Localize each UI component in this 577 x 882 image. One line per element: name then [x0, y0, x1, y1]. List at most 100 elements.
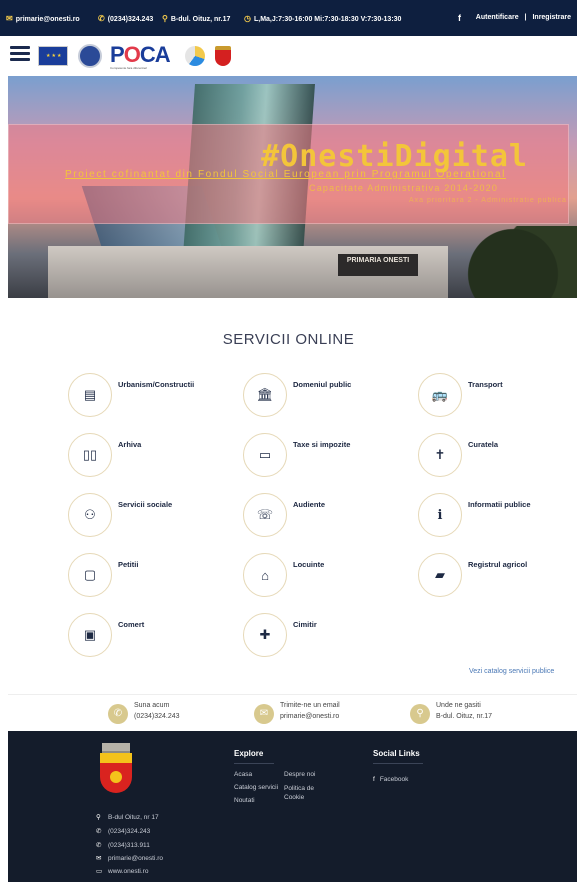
program-logo [185, 46, 205, 66]
service-label[interactable]: Informatii publice [468, 500, 531, 509]
hero-subtitle-2: Capacitate Administrativa 2014-2020 [309, 183, 499, 193]
service-locuinte[interactable]: ⌂ Locuinte [243, 553, 403, 599]
credit-card-icon: ▭ [243, 433, 287, 477]
footer-link-cookie[interactable]: Politica de Cookie [284, 784, 318, 802]
service-label[interactable]: Audiente [293, 500, 325, 509]
service-registrul-agricol[interactable]: ▰ Registrul agricol [418, 553, 577, 599]
service-comert[interactable]: ▣ Comert [68, 613, 228, 659]
service-label[interactable]: Domeniul public [293, 380, 351, 389]
map-icon: ▯▯ [68, 433, 112, 477]
service-transport[interactable]: 🚌 Transport [418, 373, 577, 419]
call-label: Suna acum [134, 702, 170, 709]
phone-icon: ✆ [98, 14, 105, 23]
service-curatela[interactable]: ✝ Curatela [418, 433, 577, 479]
menu-icon[interactable] [10, 46, 30, 62]
explore-heading: Explore [234, 749, 264, 758]
service-label[interactable]: Curatela [468, 440, 498, 449]
location-icon: ⚲ [410, 704, 430, 724]
eu-flag-logo [38, 46, 68, 66]
footer-address: ⚲ B-dul Oituz, nr 17 [96, 814, 159, 821]
footer-link-catalog[interactable]: Catalog servicii [234, 784, 278, 791]
service-audiente[interactable]: ☏ Audiente [243, 493, 403, 539]
phone-icon: ✆ [96, 842, 102, 849]
home-icon: ⌂ [243, 553, 287, 597]
services-title: SERVICII ONLINE [222, 331, 355, 348]
info-icon: i [418, 493, 462, 537]
city-hall-sign: PRIMARIA ONESTI [338, 254, 418, 276]
location-value[interactable]: B-dul. Oituz, nr.17 [436, 713, 492, 720]
telephone-icon: ☏ [243, 493, 287, 537]
clock-icon: ◷ [244, 14, 251, 23]
footer: Explore Acasa Despre noi Catalog servici… [8, 731, 577, 882]
service-label[interactable]: Registrul agricol [468, 560, 527, 569]
hero-overlay: #OnestiDigital Proiect cofinantat din Fo… [8, 124, 569, 224]
footer-phone-2[interactable]: ✆ (0234)313.911 [96, 841, 150, 849]
footer-link-acasa[interactable]: Acasa [234, 771, 252, 778]
footer-email[interactable]: ✉ primarie@onesti.ro [96, 854, 163, 862]
service-label[interactable]: Petitii [118, 560, 138, 569]
government-seal-logo [78, 44, 102, 68]
account-links: Autentificare | Inregistrare [476, 14, 571, 21]
facebook-icon[interactable]: f [458, 13, 461, 23]
service-taxe[interactable]: ▭ Taxe si impozite [243, 433, 403, 479]
service-petitii[interactable]: ▢ Petitii [68, 553, 228, 599]
footer-link-despre[interactable]: Despre noi [284, 771, 315, 778]
bus-icon: 🚌 [418, 373, 462, 417]
service-label[interactable]: Cimitir [293, 620, 317, 629]
location-label: Unde ne gasiti [436, 702, 481, 709]
plus-icon: ✚ [243, 613, 287, 657]
service-label[interactable]: Servicii sociale [118, 500, 172, 509]
hero-banner: PRIMARIA ONESTI #OnestiDigital Proiect c… [8, 76, 577, 298]
monitor-icon: ▭ [96, 868, 103, 875]
footer-phone-1[interactable]: ✆ (0234)324.243 [96, 827, 150, 835]
envelope-icon: ✉ [6, 14, 13, 23]
service-label[interactable]: Locuinte [293, 560, 324, 569]
email-value[interactable]: primarie@onesti.ro [280, 713, 339, 720]
catalog-link[interactable]: Vezi catalog servicii publice [469, 668, 554, 675]
service-informatii[interactable]: i Informatii publice [418, 493, 577, 539]
location-icon: ⚲ [162, 14, 168, 23]
social-heading: Social Links [373, 749, 420, 758]
facebook-icon: f [373, 776, 375, 783]
service-sociale[interactable]: ⚇ Servicii sociale [68, 493, 228, 539]
service-label[interactable]: Comert [118, 620, 144, 629]
call-value[interactable]: (0234)324.243 [134, 713, 180, 720]
people-icon: ⚇ [68, 493, 112, 537]
file-icon: ▢ [68, 553, 112, 597]
poca-logo[interactable]: POCA [110, 42, 171, 68]
explore-divider [234, 763, 274, 764]
top-contact-bar: ✉ primarie@onesti.ro ✆ (0234)324.243 ⚲ B-du… [0, 0, 577, 36]
email-label: Trimite-ne un email [280, 702, 340, 709]
hero-subtitle-3: Axa prioritara 2 - Administratie publica [409, 197, 567, 204]
topbar-email[interactable]: ✉ primarie@onesti.ro [6, 14, 80, 23]
service-arhiva[interactable]: ▯▯ Arhiva [68, 433, 228, 479]
money-icon: ▣ [68, 613, 112, 657]
topbar-phone[interactable]: ✆ (0234)324.243 [98, 14, 153, 23]
footer-website[interactable]: ▭ www.onesti.ro [96, 867, 148, 875]
building-icon: ▤ [68, 373, 112, 417]
footer-link-noutati[interactable]: Noutati [234, 797, 255, 804]
book-icon: ▰ [418, 553, 462, 597]
register-link[interactable]: Inregistrare [532, 14, 571, 21]
city-crest-logo [215, 46, 231, 66]
envelope-icon: ✉ [254, 704, 274, 724]
service-label[interactable]: Transport [468, 380, 503, 389]
topbar-hours: ◷ L,Ma,J:7:30-16:00 Mi:7:30-18:30 V:7:30-… [244, 14, 402, 23]
service-label[interactable]: Arhiva [118, 440, 141, 449]
facebook-link[interactable]: f Facebook [373, 776, 408, 783]
contact-strip: ✆ Suna acum (0234)324.243 ✉ Trimite-ne u… [8, 694, 577, 730]
header-logos: POCA Competente fara diferentieri [0, 36, 577, 76]
service-domeniul-public[interactable]: 🏛 Domeniul public [243, 373, 403, 419]
login-link[interactable]: Autentificare [476, 14, 519, 21]
service-urbanism[interactable]: ▤ Urbanism/Constructii [68, 373, 228, 419]
envelope-icon: ✉ [96, 855, 102, 862]
topbar-address: ⚲ B-dul. Oituz, nr.17 [162, 14, 231, 23]
service-label[interactable]: Urbanism/Constructii [118, 380, 194, 389]
trees [438, 226, 577, 298]
phone-icon: ✆ [96, 828, 102, 835]
hero-subtitle[interactable]: Proiect cofinantat din Fondul Social Eur… [65, 169, 506, 180]
institution-icon: 🏛 [243, 373, 287, 417]
service-cimitir[interactable]: ✚ Cimitir [243, 613, 403, 659]
service-label[interactable]: Taxe si impozite [293, 440, 350, 449]
city-crest [98, 743, 134, 797]
